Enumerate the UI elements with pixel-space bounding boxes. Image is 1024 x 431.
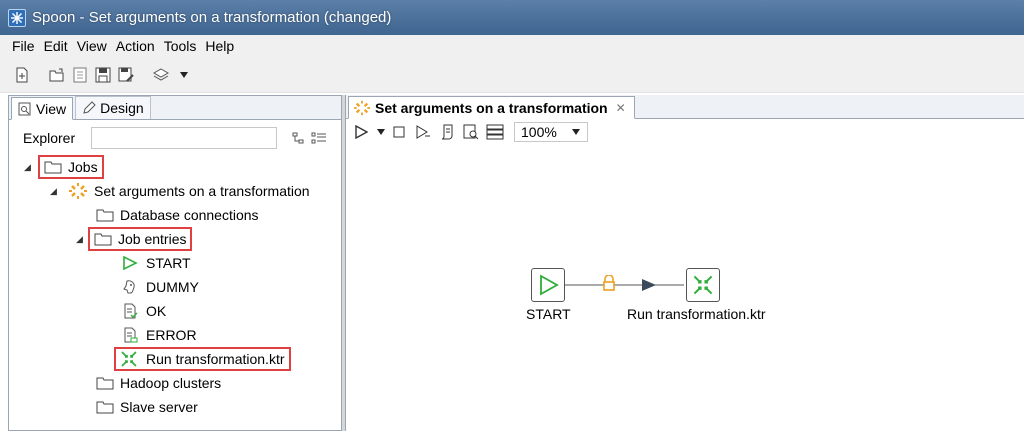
chevron-down-icon (572, 129, 580, 135)
job-canvas[interactable]: START Run transformation.ktr (346, 145, 1024, 431)
expander-jobs[interactable]: ◢ (24, 162, 34, 172)
pencil-icon (83, 101, 96, 114)
tree-item-error[interactable]: ERROR (122, 324, 197, 346)
tree-label-hadoop-clusters: Hadoop clusters (120, 375, 222, 391)
tree-label-job: Set arguments on a transformation (94, 183, 310, 199)
tree-item-ok[interactable]: OK (122, 300, 166, 322)
start-icon (123, 255, 138, 271)
run-options-chevron-icon[interactable] (376, 123, 386, 141)
menu-help[interactable]: Help (205, 38, 234, 54)
tree-label-ok: OK (146, 303, 167, 319)
highlight-box-job-entries: Job entries (88, 227, 193, 251)
tab-design[interactable]: Design (75, 96, 151, 119)
replay-icon[interactable] (414, 123, 432, 141)
tab-view[interactable]: View (11, 97, 74, 120)
start-icon (540, 274, 559, 296)
tree-item-start[interactable]: START (122, 252, 191, 274)
job-icon (354, 100, 370, 115)
expander-job-entries[interactable]: ◢ (76, 234, 86, 244)
spoon-logo-icon (8, 8, 26, 27)
tree-label-start: START (146, 255, 191, 271)
menu-bar: File Edit View Action Tools Help (0, 35, 1024, 57)
left-panel: View Design Explorer ◢ Jobs ◢ Set argume… (8, 95, 342, 431)
tree-label-error: ERROR (146, 327, 197, 343)
hop-arrow-icon (642, 279, 656, 291)
editor-panel: Set arguments on a transformation ✕ 100% (345, 95, 1024, 431)
job-icon (69, 183, 87, 199)
node-start[interactable] (531, 268, 565, 302)
check-icon[interactable] (462, 123, 480, 141)
new-file-icon[interactable] (12, 65, 32, 85)
open-file-icon[interactable] (47, 65, 67, 85)
node-run-transformation[interactable] (686, 268, 720, 302)
dummy-icon (123, 280, 135, 294)
tree-item-hadoop-clusters[interactable]: Hadoop clusters (96, 372, 221, 394)
tree-label-job-entries: Job entries (118, 231, 187, 247)
tab-view-label: View (36, 100, 67, 117)
collapse-tree-icon[interactable] (291, 131, 305, 145)
window-title: Spoon - Set arguments on a transformatio… (32, 9, 392, 26)
ok-icon (124, 303, 138, 319)
highlight-box-jobs: Jobs (38, 155, 104, 179)
tree-item-jobs[interactable]: Jobs (38, 155, 104, 179)
folder-icon (96, 377, 114, 390)
tree-label-slave-server: Slave server (120, 399, 198, 415)
main-toolbar (0, 57, 1024, 93)
lock-icon (602, 274, 616, 291)
explorer-label: Explorer (23, 130, 76, 146)
layers-icon[interactable] (151, 65, 171, 85)
tree-item-dummy[interactable]: DUMMY (122, 276, 199, 298)
explorer-filter-input[interactable] (91, 127, 278, 149)
expander-job[interactable]: ◢ (50, 186, 60, 196)
zoom-value: 100% (521, 124, 557, 140)
tab-design-label: Design (100, 100, 144, 116)
tree-label-database-connections: Database connections (120, 207, 259, 223)
error-icon (124, 327, 138, 343)
view-tab-icon (18, 102, 31, 115)
node-start-label: START (526, 306, 571, 322)
menu-action[interactable]: Action (116, 38, 155, 54)
run-icon[interactable] (352, 123, 370, 141)
transformation-icon (121, 351, 137, 367)
tree-label-jobs: Jobs (68, 159, 98, 175)
folder-icon (96, 209, 114, 222)
menu-edit[interactable]: Edit (44, 38, 68, 54)
stop-icon[interactable] (390, 123, 408, 141)
tab-job-editor[interactable]: Set arguments on a transformation ✕ (348, 96, 635, 119)
transformation-icon (693, 275, 713, 295)
tree-item-run-transformation[interactable]: Run transformation.ktr (114, 347, 291, 371)
expand-tree-icon[interactable] (311, 131, 327, 145)
explorer-row: Explorer (9, 120, 341, 156)
script-icon[interactable] (438, 123, 456, 141)
sql-icon[interactable] (486, 123, 504, 141)
folder-icon (44, 161, 62, 174)
close-icon[interactable]: ✕ (616, 101, 626, 115)
save-icon[interactable] (93, 65, 113, 85)
canvas-toolbar: 100% (346, 119, 1024, 145)
left-panel-tabs: View Design (9, 96, 341, 120)
folder-icon (94, 233, 112, 246)
menu-view[interactable]: View (77, 38, 107, 54)
menu-tools[interactable]: Tools (164, 38, 197, 54)
folder-icon (96, 401, 114, 414)
title-bar: Spoon - Set arguments on a transformatio… (0, 0, 1024, 35)
tab-job-editor-label: Set arguments on a transformation (375, 99, 608, 116)
editor-tabs: Set arguments on a transformation ✕ (346, 95, 1024, 119)
tree-item-job-entries[interactable]: Job entries (88, 227, 193, 251)
highlight-box-run-transformation: Run transformation.ktr (114, 347, 291, 371)
node-run-transformation-label: Run transformation.ktr (627, 306, 766, 322)
tree-label-run-transformation: Run transformation.ktr (146, 351, 285, 367)
tree-item-slave-server[interactable]: Slave server (96, 396, 198, 418)
tree-label-dummy: DUMMY (146, 279, 199, 295)
tree-item-job[interactable]: Set arguments on a transformation (68, 180, 310, 202)
hop-layer (565, 279, 684, 291)
zoom-select[interactable]: 100% (514, 122, 588, 142)
chevron-down-icon[interactable] (174, 65, 194, 85)
explore-repository-icon[interactable] (70, 65, 90, 85)
tree-item-database-connections[interactable]: Database connections (96, 204, 259, 226)
save-as-icon[interactable] (116, 65, 136, 85)
menu-file[interactable]: File (12, 38, 35, 54)
